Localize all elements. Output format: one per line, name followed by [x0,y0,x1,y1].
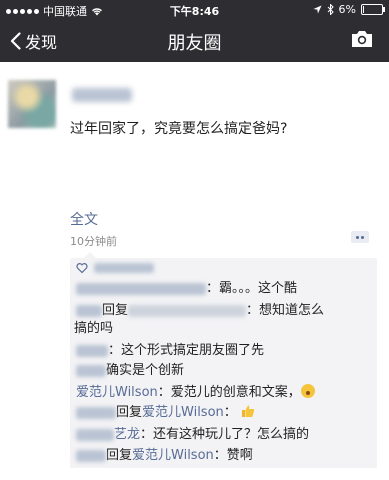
comment-row[interactable]: 爱范儿Wilson：爱范儿的创意和文案， [76,384,315,402]
comment-row[interactable]: 回复爱范儿Wilson：赞啊 [76,447,253,465]
reply-label: 回复 [116,405,143,420]
comment-row[interactable]: ：这个形式搞定朋友圈了先 [76,342,264,360]
comment-separator: ： [246,303,260,318]
comment-separator: ： [213,448,227,463]
comment-author[interactable]: 爱范儿Wilson [76,385,158,400]
page-title: 朋友圈 [167,33,222,54]
comment-author-suffix[interactable]: 艺龙 [114,427,140,442]
comment-separator: ： [157,385,171,400]
status-bar: 中国联通 下午8:46 6% [0,0,389,20]
comment-continuation: 搞的吗 [74,321,114,336]
comment-author[interactable] [76,364,106,377]
comment-row[interactable]: 回复 ：想知道怎么 [76,302,324,320]
comment-separator: ： [108,343,122,358]
status-right: 6% [312,3,385,16]
comment-author[interactable] [76,428,114,441]
likes-row [76,262,154,274]
reply-target[interactable]: 爱范儿Wilson [132,448,214,463]
heart-icon [76,263,88,274]
comment-text: 确实是个创新 [106,363,185,378]
bluetooth-icon [327,4,334,15]
reply-target[interactable] [128,304,247,317]
full-text-link[interactable]: 全文 [70,209,98,229]
comment-row[interactable]: 艺龙：还有这种玩儿了？怎么搞的 [76,426,309,444]
reply-target[interactable]: 爱范儿Wilson [142,405,224,420]
comment-author[interactable] [76,449,106,462]
comment-row[interactable]: 回复爱范儿Wilson： [76,404,255,422]
comment-row[interactable]: 确实是个创新 [76,362,184,380]
reply-label: 回复 [106,448,133,463]
comment-author[interactable] [76,406,116,419]
comment-text: 爱范儿的创意和文案， [170,385,301,400]
camera-icon[interactable] [351,30,373,48]
comment-author[interactable] [76,304,102,317]
comment-author[interactable] [76,344,108,357]
nav-bar: 发现 朋友圈 [0,20,389,62]
comment-separator: ： [223,405,237,420]
comment-text: 还有这种玩儿了？怎么搞的 [153,427,310,442]
thumbs-up-icon [241,405,255,417]
comment-row[interactable]: ：霸。。。这个酷 [76,280,297,298]
reply-label: 回复 [102,303,129,318]
surprised-emoji-icon [300,384,315,398]
comment-text: 想知道怎么 [259,303,325,318]
comment-box: ：霸。。。这个酷 回复 ：想知道怎么 搞的吗 ：这个形式搞定朋友圈了先 确实是个创… [70,252,377,468]
battery-fill [363,6,364,13]
comment-text: 霸。。。这个酷 [219,281,298,296]
comment-dots-icon[interactable] [351,231,369,243]
comment-text: 这个形式搞定朋友圈了先 [121,343,265,358]
comment-text: 赞啊 [226,448,253,463]
comment-separator: ： [140,427,154,442]
post-time: 10分钟前 [70,235,117,248]
location-arrow-icon [312,5,322,14]
comment-author[interactable] [76,282,206,295]
battery-icon [361,4,385,15]
comment-separator: ： [206,281,220,296]
post-text: 过年回家了，究竟要怎么搞定爸妈? [70,121,288,137]
like-names[interactable] [94,263,154,273]
avatar[interactable] [8,80,56,128]
post-author-name[interactable] [72,88,132,102]
battery-percent: 6% [338,3,356,16]
